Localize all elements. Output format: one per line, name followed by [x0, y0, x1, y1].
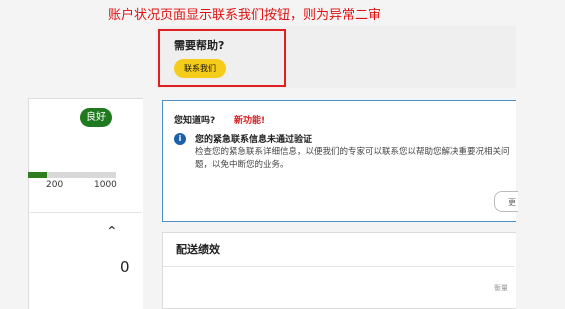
did-you-know-heading: 您知道吗? [174, 116, 216, 126]
delivery-snippet: 衡量 [494, 284, 508, 292]
review-annotation: 账户状况页面显示联系我们按钮，则为异常二审 [108, 8, 382, 23]
contact-us-button[interactable]: 联系我们 [174, 59, 226, 78]
metric-value: 0 [120, 258, 130, 276]
alert-body: 检查您的紧急联系详细信息，以便我们的专家可以联系您以帮助您解决重要况相关问题，以… [195, 147, 510, 170]
progress-tick-label: 1000 [94, 180, 117, 190]
score-progress-bar [28, 172, 116, 178]
new-feature-badge: 新功能! [234, 116, 266, 126]
info-icon: i [174, 133, 186, 145]
alert-title: 您的紧急联系信息未通过验证 [195, 135, 313, 145]
delivery-performance-title: 配送绩效 [176, 243, 220, 256]
chevron-up-icon[interactable]: ⌃ [106, 224, 118, 240]
score-progress-fill [28, 172, 48, 178]
divider [163, 266, 515, 267]
progress-tick-label: 200 [46, 180, 64, 190]
update-button[interactable]: 更 [494, 191, 518, 212]
help-title: 需要帮助? [174, 39, 225, 52]
rating-badge: 良好 [80, 108, 112, 127]
